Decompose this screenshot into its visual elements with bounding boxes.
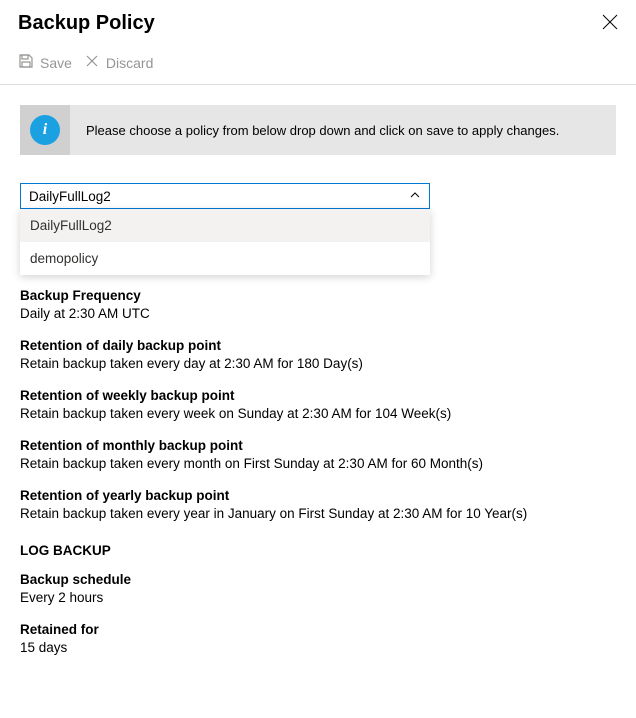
retained-for-group: Retained for 15 days	[20, 622, 616, 658]
retained-for-value: 15 days	[20, 639, 616, 658]
save-icon	[18, 53, 34, 72]
backup-frequency-group: Backup Frequency Daily at 2:30 AM UTC	[20, 288, 616, 324]
info-icon: i	[30, 115, 60, 145]
weekly-retention-group: Retention of weekly backup point Retain …	[20, 388, 616, 424]
info-icon-box: i	[20, 105, 70, 155]
policy-dropdown-value: DailyFullLog2	[29, 189, 111, 204]
backup-schedule-value: Every 2 hours	[20, 589, 616, 608]
content: i Please choose a policy from below drop…	[0, 85, 636, 692]
page-title: Backup Policy	[18, 12, 155, 35]
info-text: Please choose a policy from below drop d…	[70, 123, 575, 138]
daily-retention-value: Retain backup taken every day at 2:30 AM…	[20, 355, 616, 374]
save-button[interactable]: Save	[18, 53, 72, 72]
backup-schedule-label: Backup schedule	[20, 572, 616, 587]
save-label: Save	[40, 55, 72, 71]
daily-retention-group: Retention of daily backup point Retain b…	[20, 338, 616, 374]
panel-header: Backup Policy	[0, 0, 636, 41]
discard-icon	[84, 53, 100, 72]
weekly-retention-label: Retention of weekly backup point	[20, 388, 616, 403]
discard-label: Discard	[106, 55, 153, 71]
discard-button[interactable]: Discard	[84, 53, 153, 72]
chevron-up-icon	[409, 188, 421, 204]
monthly-retention-label: Retention of monthly backup point	[20, 438, 616, 453]
policy-option-demopolicy[interactable]: demopolicy	[20, 242, 430, 275]
policy-option-dailyfulllog2[interactable]: DailyFullLog2	[20, 209, 430, 242]
log-backup-heading: LOG BACKUP	[20, 543, 616, 558]
monthly-retention-value: Retain backup taken every month on First…	[20, 455, 616, 474]
monthly-retention-group: Retention of monthly backup point Retain…	[20, 438, 616, 474]
retained-for-label: Retained for	[20, 622, 616, 637]
close-button[interactable]	[600, 12, 620, 35]
toolbar: Save Discard	[0, 45, 636, 80]
yearly-retention-value: Retain backup taken every year in Januar…	[20, 505, 616, 524]
weekly-retention-value: Retain backup taken every week on Sunday…	[20, 405, 616, 424]
policy-dropdown-wrapper: DailyFullLog2 DailyFullLog2 demopolicy	[20, 183, 430, 209]
info-banner: i Please choose a policy from below drop…	[20, 105, 616, 155]
yearly-retention-label: Retention of yearly backup point	[20, 488, 616, 503]
backup-frequency-value: Daily at 2:30 AM UTC	[20, 305, 616, 324]
backup-frequency-label: Backup Frequency	[20, 288, 616, 303]
close-icon	[602, 17, 618, 33]
policy-dropdown-menu: DailyFullLog2 demopolicy	[20, 209, 430, 275]
backup-schedule-group: Backup schedule Every 2 hours	[20, 572, 616, 608]
daily-retention-label: Retention of daily backup point	[20, 338, 616, 353]
policy-dropdown[interactable]: DailyFullLog2	[20, 183, 430, 209]
yearly-retention-group: Retention of yearly backup point Retain …	[20, 488, 616, 524]
